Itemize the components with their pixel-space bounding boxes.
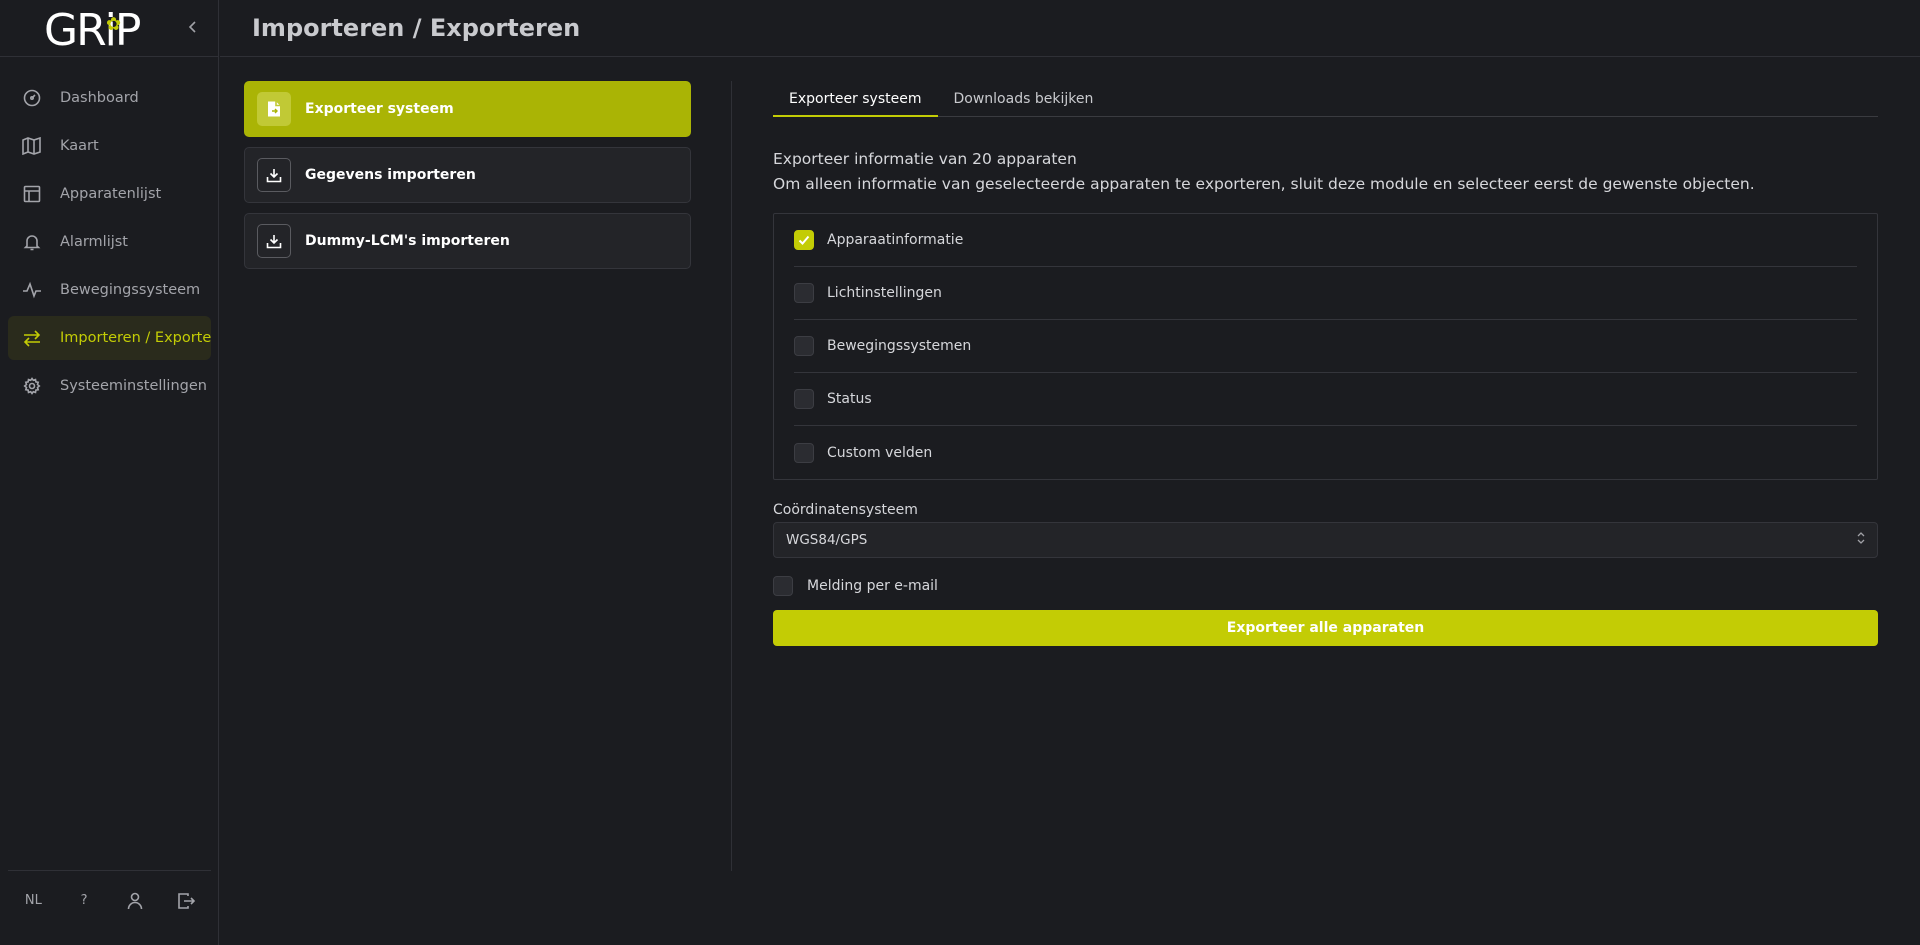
option-label: Status: [827, 391, 872, 407]
gear-icon: [22, 376, 42, 396]
email-notification-label: Melding per e-mail: [807, 578, 938, 594]
menu-item-exporteer-systeem[interactable]: Exporteer systeem: [244, 81, 691, 137]
sidebar-item-systeeminstellingen[interactable]: Systeeminstellingen: [8, 364, 211, 408]
option-bewegingssystemen[interactable]: Bewegingssystemen: [794, 320, 1857, 373]
coordinate-system-select[interactable]: WGS84/GPS: [773, 522, 1878, 558]
sidebar-item-label: Alarmlijst: [60, 234, 128, 250]
download-icon: [257, 158, 291, 192]
user-icon: [127, 892, 143, 909]
coordinate-system-value: WGS84/GPS: [786, 532, 868, 548]
coordinate-system-label: Coördinatensysteem: [773, 502, 918, 518]
map-icon: [22, 136, 42, 156]
menu-item-label: Dummy-LCM's importeren: [305, 233, 510, 249]
menu-item-dummy-lcm-importeren[interactable]: Dummy-LCM's importeren: [244, 213, 691, 269]
menu-item-label: Gegevens importeren: [305, 167, 476, 183]
option-label: Custom velden: [827, 444, 933, 461]
export-info-hint: Om alleen informatie van geselecteerde a…: [773, 175, 1755, 193]
export-info-count: Exporteer informatie van 20 apparaten: [773, 150, 1077, 168]
logo-text: GRiP: [44, 5, 141, 56]
logout-icon: [177, 892, 195, 909]
page-title: Importeren / Exporteren: [252, 14, 581, 42]
page-header: Importeren / Exporteren: [220, 0, 1920, 57]
sidebar-footer: NL ?: [8, 870, 211, 930]
profile-button[interactable]: [120, 886, 150, 916]
activity-icon: [22, 280, 42, 300]
logo: GRiP ✿: [44, 5, 141, 56]
sidebar-item-kaart[interactable]: Kaart: [8, 124, 211, 168]
sidebar-item-label: Systeeminstellingen: [60, 378, 207, 394]
sidebar-item-alarmlijst[interactable]: Alarmlijst: [8, 220, 211, 264]
menu-item-label: Exporteer systeem: [305, 101, 454, 117]
logout-button[interactable]: [171, 886, 201, 916]
select-arrows-icon: [1857, 531, 1865, 547]
logo-leaf-icon: ✿: [106, 14, 122, 35]
checkbox[interactable]: [773, 576, 793, 596]
import-export-menu: Exporteer systeem Gegevens importeren Du…: [244, 81, 691, 279]
menu-item-gegevens-importeren[interactable]: Gegevens importeren: [244, 147, 691, 203]
bell-icon: [22, 232, 42, 252]
sidebar-item-label: Apparatenlijst: [60, 186, 162, 202]
export-options: Apparaatinformatie Lichtinstellingen Bew…: [773, 213, 1878, 480]
chevron-left-icon: [188, 21, 196, 33]
checkbox[interactable]: [794, 442, 814, 463]
sidebar-item-apparatenlijst[interactable]: Apparatenlijst: [8, 172, 211, 216]
export-panel: Exporteer systeem Downloads bekijken Exp…: [773, 81, 1878, 646]
sidebar-item-label: Dashboard: [60, 90, 139, 106]
content-divider: [731, 81, 732, 871]
option-lichtinstellingen[interactable]: Lichtinstellingen: [794, 267, 1857, 320]
help-button[interactable]: ?: [69, 886, 99, 916]
sidebar: GRiP ✿ Dashboard Kaart Apparatenlijst Ala…: [0, 0, 219, 945]
sidebar-item-label: Kaart: [60, 138, 99, 154]
sidebar-item-dashboard[interactable]: Dashboard: [8, 76, 211, 120]
export-info: Exporteer informatie van 20 apparaten Om…: [773, 147, 1878, 197]
tab-exporteer-systeem[interactable]: Exporteer systeem: [773, 81, 938, 117]
sidebar-item-importeren-exporteren[interactable]: Importeren / Exportere: [8, 316, 211, 360]
sidebar-item-label: Bewegingssysteem: [60, 282, 201, 298]
sidebar-item-label: Importeren / Exportere: [60, 330, 211, 346]
tab-bar: Exporteer systeem Downloads bekijken: [773, 81, 1878, 117]
option-label: Apparaatinformatie: [827, 232, 964, 248]
sidebar-item-bewegingssysteem[interactable]: Bewegingssysteem: [8, 268, 211, 312]
arrows-swap-icon: [22, 328, 42, 348]
checkbox[interactable]: [794, 230, 814, 250]
option-label: Lichtinstellingen: [827, 285, 942, 301]
tab-downloads-bekijken[interactable]: Downloads bekijken: [938, 81, 1110, 116]
option-custom-velden[interactable]: Custom velden: [794, 426, 1857, 479]
checkbox[interactable]: [794, 283, 814, 303]
check-icon: [798, 235, 810, 245]
option-label: Bewegingssystemen: [827, 338, 972, 354]
sidebar-nav: Dashboard Kaart Apparatenlijst Alarmlijs…: [8, 76, 211, 412]
option-status[interactable]: Status: [794, 373, 1857, 426]
logo-area: GRiP ✿: [0, 0, 218, 57]
language-selector[interactable]: NL: [18, 886, 48, 916]
checkbox[interactable]: [794, 336, 814, 356]
table-icon: [22, 184, 42, 204]
file-export-icon: [257, 92, 291, 126]
collapse-sidebar-button[interactable]: [182, 18, 204, 40]
email-notification-option[interactable]: Melding per e-mail: [773, 575, 1878, 597]
download-icon: [257, 224, 291, 258]
export-all-button[interactable]: Exporteer alle apparaten: [773, 610, 1878, 646]
dashboard-icon: [22, 88, 42, 108]
option-apparaatinformatie[interactable]: Apparaatinformatie: [794, 214, 1857, 267]
checkbox[interactable]: [794, 389, 814, 409]
